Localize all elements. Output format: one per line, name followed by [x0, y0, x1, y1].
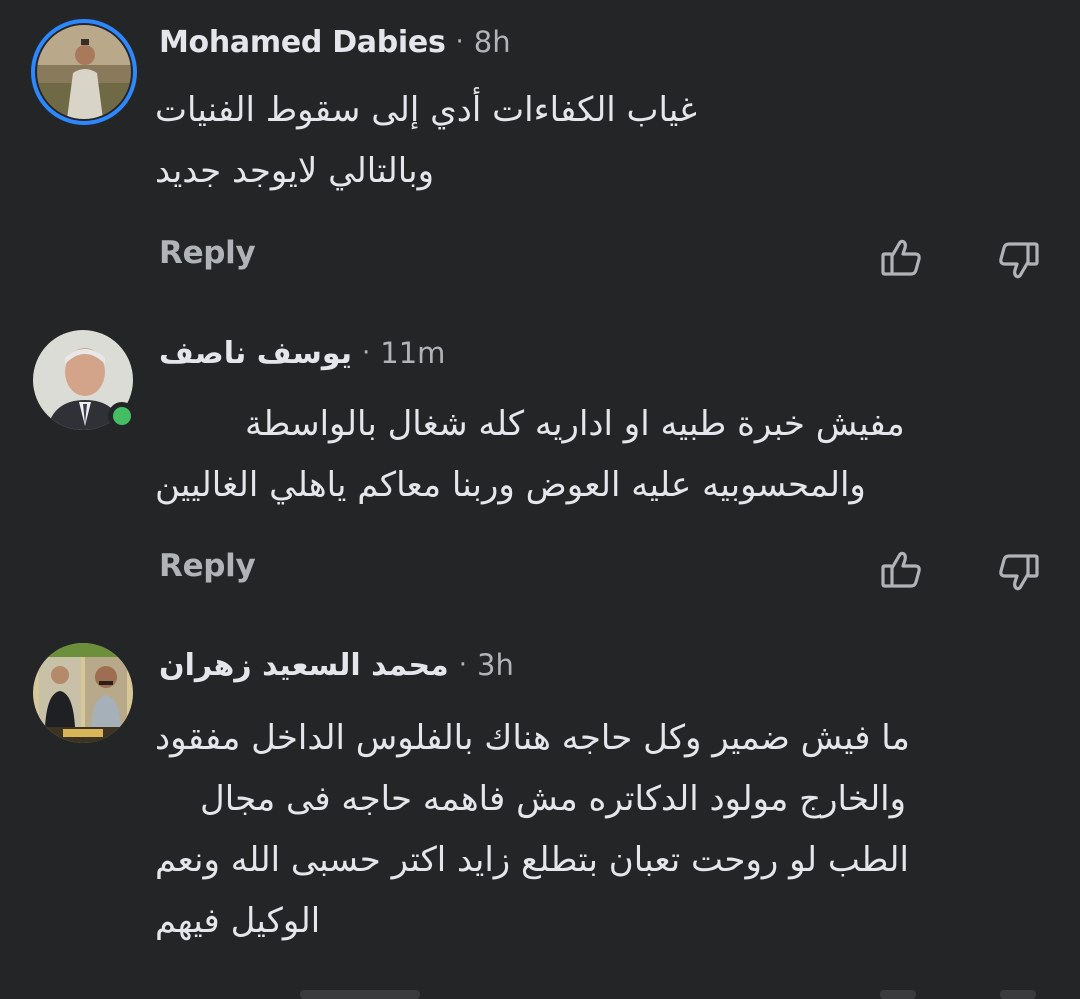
author-name[interactable]: محمد السعيد زهران: [159, 648, 449, 683]
comment-text: غياب الكفاءات أدي إلى سقوط الفنيات وبالت…: [155, 80, 775, 202]
thumbs-up-icon[interactable]: [880, 236, 924, 280]
avatar[interactable]: [37, 25, 131, 119]
comment-line: وبالتالي لايوجد جديد: [155, 151, 434, 191]
comments-panel: Mohamed Dabies · 8h غياب الكفاءات أدي إل…: [0, 0, 1080, 999]
comment-line: الوكيل فيهم: [155, 901, 321, 941]
reply-button[interactable]: Reply: [159, 235, 256, 271]
avatar-photo: [33, 643, 133, 743]
timestamp[interactable]: 8h: [474, 25, 511, 59]
comment-header: Mohamed Dabies · 8h: [159, 20, 511, 64]
comment-line: والمحسوبيه عليه العوض وربنا معاكم ياهلي …: [155, 465, 866, 505]
reply-button[interactable]: Reply: [159, 548, 256, 584]
comment-text: ما فيش ضمير وكل حاجه هناك بالفلوس الداخل…: [155, 708, 1025, 952]
author-name[interactable]: Mohamed Dabies: [159, 25, 446, 60]
comment-line: والخارج مولود الدكاتره مش فاهمه حاجه فى …: [200, 779, 907, 819]
avatar-photo: [37, 25, 131, 119]
comment-header: يوسف ناصف · 11m: [159, 331, 445, 375]
separator-dot: ·: [455, 27, 464, 57]
comment-line: غياب الكفاءات أدي إلى سقوط الفنيات: [155, 90, 697, 130]
separator-dot: ·: [362, 338, 371, 368]
avatar[interactable]: [33, 643, 133, 743]
thumbs-up-icon[interactable]: [880, 548, 924, 592]
next-row-hint: [880, 990, 916, 999]
online-status-indicator: [108, 402, 136, 430]
comment-header: محمد السعيد زهران · 3h: [159, 643, 514, 687]
separator-dot: ·: [458, 650, 467, 680]
timestamp[interactable]: 3h: [477, 648, 514, 682]
author-name[interactable]: يوسف ناصف: [159, 336, 352, 371]
thumbs-down-icon[interactable]: [996, 238, 1040, 282]
timestamp[interactable]: 11m: [380, 336, 445, 370]
thumbs-down-icon[interactable]: [996, 550, 1040, 594]
next-row-hint: [300, 990, 420, 999]
comment-line: ما فيش ضمير وكل حاجه هناك بالفلوس الداخل…: [155, 718, 910, 758]
comment-line: الطب لو روحت تعبان بتطلع زايد اكتر حسبى …: [155, 840, 909, 880]
comment-line: مفيش خبرة طبيه او اداريه كله شغال بالواس…: [245, 404, 905, 444]
comment-text: مفيش خبرة طبيه او اداريه كله شغال بالواس…: [155, 394, 1005, 516]
next-row-hint: [1000, 990, 1036, 999]
